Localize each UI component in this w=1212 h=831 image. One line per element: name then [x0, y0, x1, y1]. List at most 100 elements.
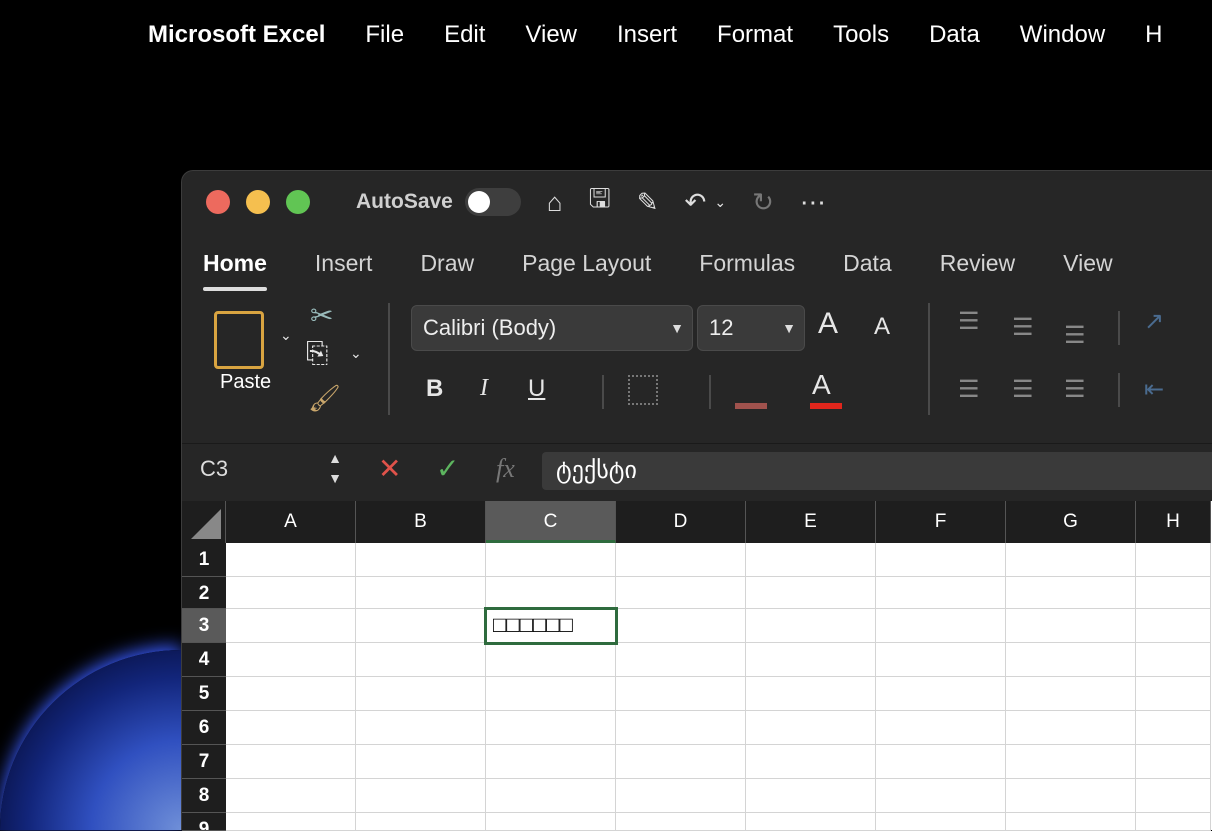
close-button[interactable]: [206, 190, 230, 214]
home-icon[interactable]: ⌂: [547, 187, 563, 218]
cell-G3[interactable]: [1006, 609, 1136, 643]
cell-F9[interactable]: [876, 813, 1006, 831]
cell-F4[interactable]: [876, 643, 1006, 677]
cell-D3[interactable]: [616, 609, 746, 643]
cell-H7[interactable]: [1136, 745, 1211, 779]
align-left-icon[interactable]: ☰: [958, 375, 980, 404]
italic-button[interactable]: I: [480, 375, 488, 402]
menu-help[interactable]: H: [1145, 21, 1162, 49]
function-icon[interactable]: fx: [496, 454, 515, 484]
column-header-H[interactable]: H: [1136, 501, 1211, 543]
menu-window[interactable]: Window: [1020, 21, 1105, 49]
cell-E8[interactable]: [746, 779, 876, 813]
save-as-icon[interactable]: ✎: [637, 187, 659, 218]
redo-icon[interactable]: ↻: [752, 187, 774, 218]
paste-label[interactable]: Paste: [220, 371, 271, 394]
row-header-3[interactable]: 3: [182, 609, 226, 643]
cell-E9[interactable]: [746, 813, 876, 831]
cell-G8[interactable]: [1006, 779, 1136, 813]
cell-A2[interactable]: [226, 577, 356, 609]
tab-formulas[interactable]: Formulas: [699, 250, 795, 277]
column-header-F[interactable]: F: [876, 501, 1006, 543]
cell-F6[interactable]: [876, 711, 1006, 745]
decrease-font-size-icon[interactable]: A: [874, 313, 890, 341]
copy-dropdown-icon[interactable]: ⌄: [350, 345, 362, 362]
tab-page-layout[interactable]: Page Layout: [522, 250, 651, 277]
row-header-1[interactable]: 1: [182, 543, 226, 577]
cell-E5[interactable]: [746, 677, 876, 711]
copy-icon[interactable]: ⎘: [306, 337, 328, 370]
cell-H4[interactable]: [1136, 643, 1211, 677]
cell-D1[interactable]: [616, 543, 746, 577]
enter-icon[interactable]: ✓: [436, 452, 459, 485]
cell-C1[interactable]: [486, 543, 616, 577]
cell-H8[interactable]: [1136, 779, 1211, 813]
cell-B4[interactable]: [356, 643, 486, 677]
row-header-4[interactable]: 4: [182, 643, 226, 677]
cell-C4[interactable]: [486, 643, 616, 677]
app-menu[interactable]: Microsoft Excel: [148, 21, 325, 49]
bold-button[interactable]: B: [426, 375, 443, 403]
cell-F8[interactable]: [876, 779, 1006, 813]
row-header-8[interactable]: 8: [182, 779, 226, 813]
cell-D7[interactable]: [616, 745, 746, 779]
undo-dropdown-icon[interactable]: ⌄: [714, 194, 726, 211]
cell-B6[interactable]: [356, 711, 486, 745]
cell-F3[interactable]: [876, 609, 1006, 643]
column-header-B[interactable]: B: [356, 501, 486, 543]
cell-H3[interactable]: [1136, 609, 1211, 643]
cancel-icon[interactable]: ✕: [378, 452, 401, 485]
formula-input[interactable]: ტექსტი: [542, 452, 1212, 490]
menu-data[interactable]: Data: [929, 21, 980, 49]
paste-icon[interactable]: [214, 311, 264, 369]
cell-E4[interactable]: [746, 643, 876, 677]
cell-C7[interactable]: [486, 745, 616, 779]
cut-icon[interactable]: ✂: [310, 299, 333, 332]
row-header-9[interactable]: 9: [182, 813, 226, 831]
align-center-icon[interactable]: ☰: [1012, 375, 1034, 404]
cell-A3[interactable]: [226, 609, 356, 643]
menu-view[interactable]: View: [525, 21, 577, 49]
cell-C2[interactable]: [486, 577, 616, 609]
active-cell-editor[interactable]: □□□□□□: [484, 607, 618, 645]
column-header-D[interactable]: D: [616, 501, 746, 543]
align-top-icon[interactable]: ☰: [958, 307, 980, 336]
cell-B5[interactable]: [356, 677, 486, 711]
minimize-button[interactable]: [246, 190, 270, 214]
cell-D8[interactable]: [616, 779, 746, 813]
column-header-A[interactable]: A: [226, 501, 356, 543]
cell-E7[interactable]: [746, 745, 876, 779]
cell-F5[interactable]: [876, 677, 1006, 711]
tab-home[interactable]: Home: [203, 250, 267, 291]
cell-B1[interactable]: [356, 543, 486, 577]
cell-E2[interactable]: [746, 577, 876, 609]
zoom-button[interactable]: [286, 190, 310, 214]
column-header-G[interactable]: G: [1006, 501, 1136, 543]
cell-A8[interactable]: [226, 779, 356, 813]
font-family-select[interactable]: Calibri (Body) ▼: [411, 305, 693, 351]
decrease-indent-icon[interactable]: ⇤: [1144, 375, 1164, 404]
cell-G9[interactable]: [1006, 813, 1136, 831]
cell-B7[interactable]: [356, 745, 486, 779]
cell-F1[interactable]: [876, 543, 1006, 577]
cell-H5[interactable]: [1136, 677, 1211, 711]
cell-D4[interactable]: [616, 643, 746, 677]
name-box[interactable]: C3 ▲ ▼: [182, 444, 350, 496]
font-size-select[interactable]: 12 ▼: [697, 305, 805, 351]
cell-A7[interactable]: [226, 745, 356, 779]
orientation-icon[interactable]: ↗: [1144, 307, 1164, 336]
cell-B9[interactable]: [356, 813, 486, 831]
cell-A5[interactable]: [226, 677, 356, 711]
align-bottom-icon[interactable]: ☰: [1064, 321, 1086, 350]
cell-H2[interactable]: [1136, 577, 1211, 609]
tab-draw[interactable]: Draw: [420, 250, 474, 277]
cell-A9[interactable]: [226, 813, 356, 831]
cell-A1[interactable]: [226, 543, 356, 577]
cell-F2[interactable]: [876, 577, 1006, 609]
cell-E6[interactable]: [746, 711, 876, 745]
borders-icon[interactable]: [628, 375, 658, 405]
cell-C5[interactable]: [486, 677, 616, 711]
menu-insert[interactable]: Insert: [617, 21, 677, 49]
cell-B3[interactable]: [356, 609, 486, 643]
row-header-2[interactable]: 2: [182, 577, 226, 609]
